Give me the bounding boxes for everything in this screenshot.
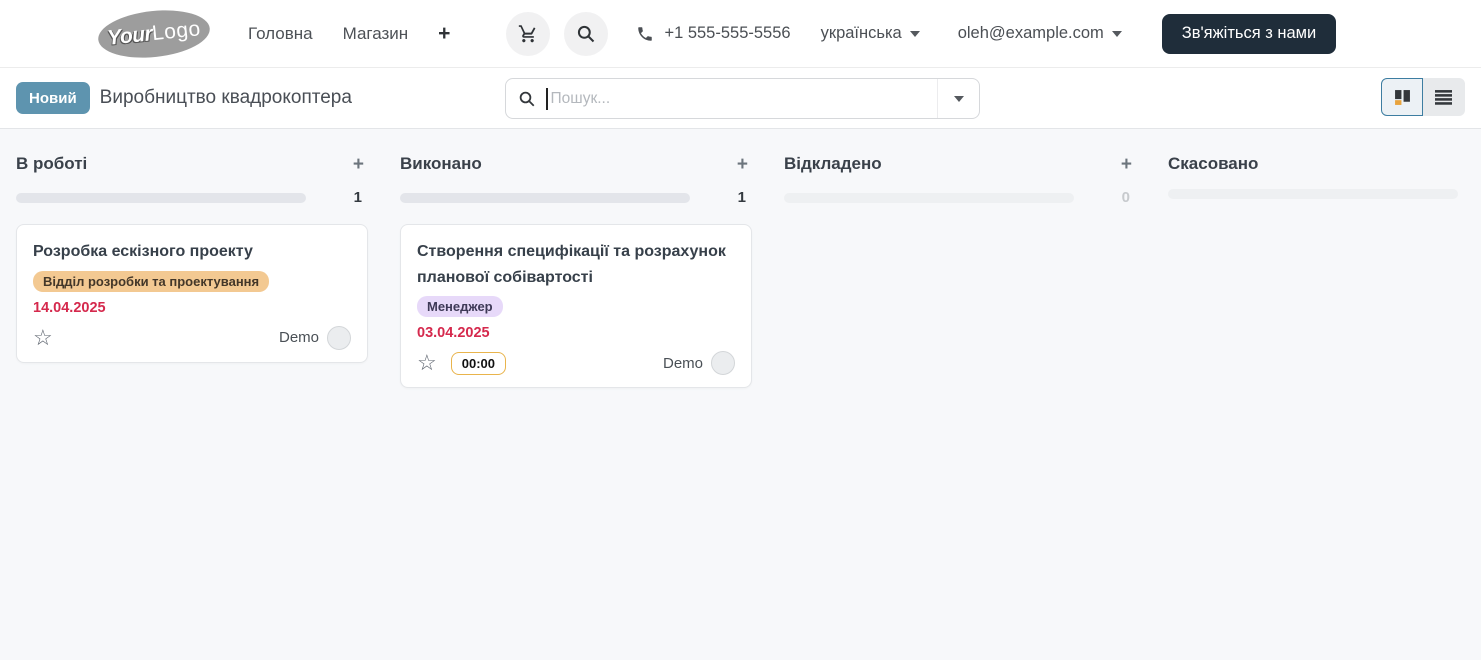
page-title: Виробництво квадрокоптера [99,87,352,108]
card-tag[interactable]: Менеджер [417,296,503,318]
account-selector[interactable]: oleh@example.com [958,24,1122,43]
search-icon [518,90,536,108]
chevron-down-icon [1111,30,1122,37]
header-icon-group [506,11,609,56]
kanban-column-in-progress: В роботі + 1 Розробка ескізного проекту … [16,149,368,388]
search-icon [576,24,596,44]
list-view-button[interactable] [1423,78,1465,116]
phone-icon [636,25,654,43]
account-email: oleh@example.com [957,24,1104,42]
language-label: українська [820,24,902,42]
column-progress-bar[interactable] [400,192,690,203]
column-progress: 1 [16,189,368,206]
column-title: Скасовано [1168,154,1259,173]
kanban-card[interactable]: Розробка ескізного проекту Відділ розроб… [16,224,368,363]
search-button[interactable] [564,11,609,56]
kanban-card[interactable]: Створення специфікації та розрахунок пла… [400,224,752,389]
add-card-button[interactable]: + [1117,155,1136,174]
site-logo[interactable]: Your Logo [95,4,213,63]
control-bar: Новий Виробництво квадрокоптера [0,68,1481,129]
avatar[interactable] [327,325,351,350]
column-count: 0 [1121,189,1130,206]
column-title: Відкладено [784,154,882,173]
logo-text-light: Logo [150,16,202,45]
column-progress: 0 [784,189,1136,206]
card-title: Розробка ескізного проекту [33,243,253,260]
view-switcher [1381,78,1465,116]
add-card-button[interactable]: + [733,155,752,174]
chevron-down-icon [909,30,920,37]
nav-home-link[interactable]: Головна [248,24,313,44]
column-title: В роботі [16,154,88,173]
column-count: 1 [737,189,746,206]
phone-number: +1 555-555-5556 [664,24,791,42]
column-progress [1168,189,1481,199]
search-input[interactable] [547,89,937,108]
list-view-icon [1435,89,1452,105]
kanban-view-icon [1394,89,1411,106]
phone-link[interactable]: +1 555-555-5556 [636,24,791,43]
main-nav: Головна Магазин + [248,23,450,44]
kanban-column-done: Виконано + 1 Створення специфікації та р… [400,149,752,389]
card-deadline: 14.04.2025 [33,299,106,316]
column-title: Виконано [400,154,482,173]
cart-icon [518,24,538,44]
kanban-view-button[interactable] [1381,78,1423,116]
kanban-column-cancelled: Скасовано + [1168,149,1481,388]
card-tag[interactable]: Відділ розробки та проектування [33,270,270,292]
star-icon[interactable]: ☆ [33,326,53,349]
column-progress: 1 [400,189,752,206]
contact-us-button[interactable]: Зв'яжіться з нами [1161,13,1337,54]
logo-text-bold: Your [106,21,154,50]
search-filters-toggle[interactable] [937,79,979,118]
language-selector[interactable]: українська [821,24,920,43]
assignee-name: Demo [662,354,703,372]
search-box[interactable] [505,78,980,119]
assignee-name: Demo [278,329,319,347]
timer-badge[interactable]: 00:00 [450,351,506,375]
column-progress-bar[interactable] [784,192,1074,203]
card-title: Створення специфікації та розрахунок пла… [417,243,726,286]
kanban-board: В роботі + 1 Розробка ескізного проекту … [0,129,1481,389]
chevron-down-icon [953,95,964,102]
nav-shop-link[interactable]: Магазин [343,24,409,44]
add-page-icon[interactable]: + [438,23,450,44]
cart-button[interactable] [506,11,551,56]
add-card-button[interactable]: + [349,155,368,174]
site-header: Your Logo Головна Магазин + +1 555-555-5… [0,0,1481,68]
column-progress-bar[interactable] [1168,189,1458,199]
avatar[interactable] [711,351,735,376]
column-progress-bar[interactable] [16,192,306,203]
new-record-button[interactable]: Новий [16,82,90,114]
star-icon[interactable]: ☆ [417,352,437,374]
column-count: 1 [353,189,362,206]
card-deadline: 03.04.2025 [417,325,490,342]
kanban-column-postponed: Відкладено + 0 [784,149,1136,388]
